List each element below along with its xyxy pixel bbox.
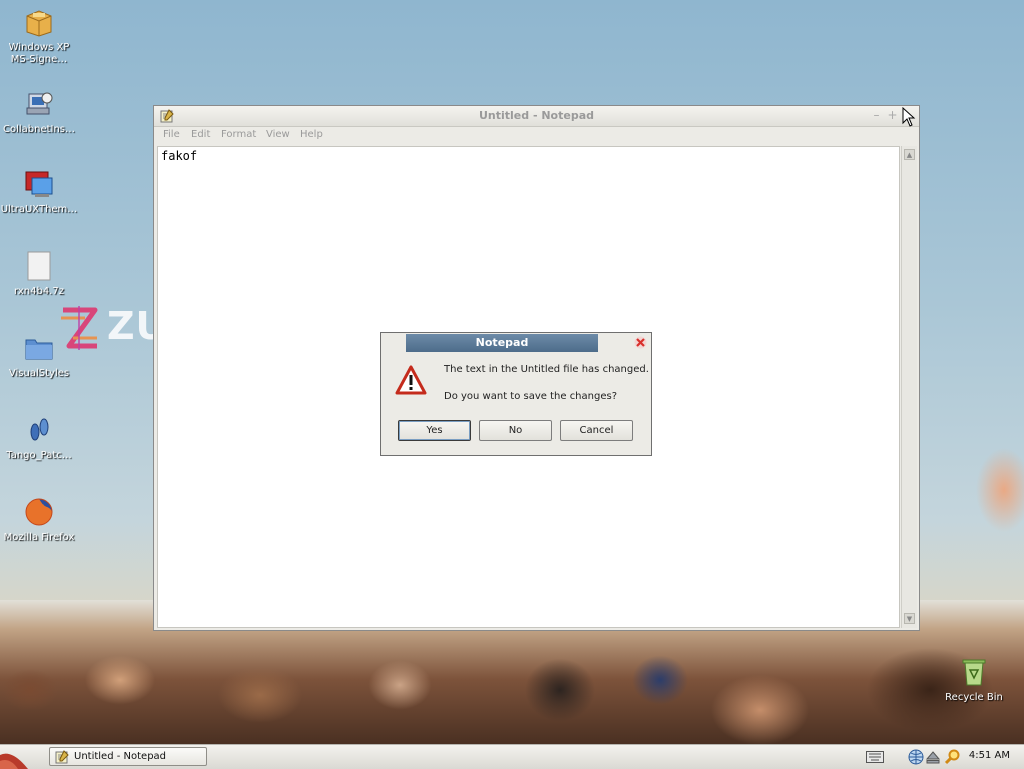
- desktop-icon-collabnet[interactable]: CollabnetIns…: [0, 88, 78, 136]
- yes-button[interactable]: Yes: [398, 420, 471, 441]
- desktop-icon-label: Recycle Bin: [945, 692, 1003, 703]
- desktop-icon-label: CollabnetIns…: [2, 124, 76, 135]
- footprints-icon: [23, 414, 55, 446]
- minimize-button[interactable]: –: [870, 109, 883, 122]
- taskbar: Untitled - Notepad 4:51 AM: [0, 744, 1024, 769]
- desktop-icon-firefox[interactable]: Mozilla Firefox: [0, 496, 78, 544]
- menu-file[interactable]: File: [163, 129, 180, 140]
- cancel-button[interactable]: Cancel: [560, 420, 633, 441]
- taskbar-task-notepad[interactable]: Untitled - Notepad: [49, 747, 207, 766]
- desktop-icon-recycle-bin[interactable]: Recycle Bin: [935, 656, 1013, 704]
- notepad-titlebar[interactable]: Untitled - Notepad – +: [154, 106, 919, 127]
- folder-icon: [23, 332, 55, 364]
- desktop-icon-label: VisualStyles: [8, 368, 70, 379]
- desktop-icon-label: rxn4b4.7z: [14, 286, 64, 297]
- keyboard-icon[interactable]: [866, 751, 884, 763]
- desktop-icon-label: Tango_Patc…: [6, 450, 72, 461]
- scroll-up-arrow-icon[interactable]: ▲: [904, 149, 915, 160]
- theme-icon: [23, 168, 55, 200]
- notepad-content: fakof: [161, 149, 198, 163]
- notepad-title: Untitled - Notepad: [478, 109, 595, 122]
- start-button[interactable]: [0, 745, 40, 769]
- desktop-icon-label: Mozilla Firefox: [3, 532, 75, 543]
- package-icon: [23, 6, 55, 38]
- desktop-icon-visualstyles[interactable]: VisualStyles: [0, 332, 78, 380]
- vertical-scrollbar[interactable]: ▲ ▼: [901, 146, 917, 628]
- desktop-icon-tango-patch[interactable]: Tango_Patc…: [0, 414, 78, 462]
- desktop-icon-label: UltraUXThem…: [0, 204, 78, 215]
- dialog-titlebar[interactable]: Notepad: [381, 333, 651, 353]
- network-globe-icon[interactable]: [908, 749, 924, 765]
- dialog-close-icon[interactable]: [634, 336, 647, 349]
- wallpaper-hand: [944, 420, 1024, 560]
- desktop-icon-ultrauxtheme[interactable]: UltraUXThem…: [0, 168, 78, 216]
- save-changes-dialog[interactable]: Notepad The text in the Untitled file ha…: [380, 332, 652, 456]
- desktop-icon-winxp-package[interactable]: Windows XP MS-Signe…: [0, 6, 78, 66]
- installer-icon: [23, 88, 55, 120]
- notepad-icon: [55, 750, 69, 764]
- file-icon: [23, 250, 55, 282]
- mouse-cursor-icon: [902, 107, 916, 127]
- taskbar-clock[interactable]: 4:51 AM: [969, 750, 1010, 761]
- desktop-icon-label: Windows XP MS-Signe…: [8, 42, 70, 65]
- maximize-button[interactable]: +: [886, 109, 899, 122]
- dialog-title: Notepad: [406, 334, 598, 352]
- desktop-icon-rxn-archive[interactable]: rxn4b4.7z: [0, 250, 78, 298]
- scroll-down-arrow-icon[interactable]: ▼: [904, 613, 915, 624]
- close-button[interactable]: [902, 107, 916, 127]
- menu-format[interactable]: Format: [221, 129, 256, 140]
- system-tray: 4:51 AM: [862, 747, 1022, 767]
- warning-icon: [395, 365, 427, 395]
- menu-edit[interactable]: Edit: [191, 129, 210, 140]
- menu-help[interactable]: Help: [300, 129, 323, 140]
- dialog-question: Do you want to save the changes?: [444, 391, 618, 402]
- menu-view[interactable]: View: [266, 129, 290, 140]
- search-icon[interactable]: [944, 749, 960, 765]
- eject-icon[interactable]: [926, 750, 940, 764]
- no-button[interactable]: No: [479, 420, 552, 441]
- recycle-bin-icon: [958, 656, 990, 688]
- firefox-icon: [23, 496, 55, 528]
- notepad-menubar: File Edit Format View Help: [154, 127, 919, 145]
- taskbar-task-label: Untitled - Notepad: [74, 751, 167, 762]
- dialog-message: The text in the Untitled file has change…: [444, 364, 649, 375]
